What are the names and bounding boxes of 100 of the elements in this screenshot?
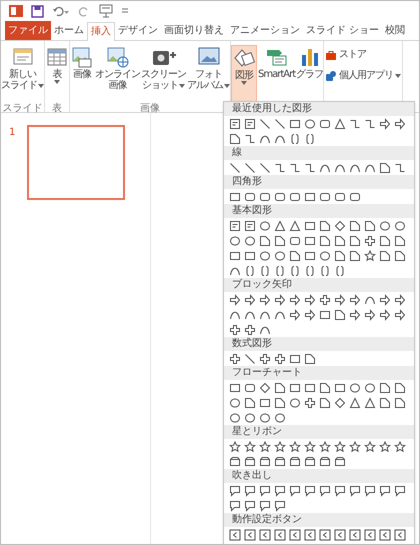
shape-icon[interactable] bbox=[394, 396, 406, 408]
bracket-icon[interactable] bbox=[334, 264, 346, 276]
rectangle-icon[interactable] bbox=[304, 382, 316, 394]
banner-icon[interactable] bbox=[318, 456, 330, 468]
ribbon-tab[interactable]: 画面切り替え bbox=[161, 21, 227, 40]
square-button-icon[interactable] bbox=[228, 528, 240, 540]
plus-icon[interactable] bbox=[244, 324, 256, 336]
shape-icon[interactable] bbox=[258, 234, 270, 246]
star-icon[interactable] bbox=[348, 440, 360, 452]
banner-icon[interactable] bbox=[244, 456, 256, 468]
rounded-rectangle-icon[interactable] bbox=[348, 190, 360, 202]
shape-icon[interactable] bbox=[334, 308, 346, 320]
triangle-icon[interactable] bbox=[288, 220, 300, 232]
arrow-icon[interactable] bbox=[304, 308, 316, 320]
arrow-icon[interactable] bbox=[394, 308, 406, 320]
speech-bubble-icon[interactable] bbox=[334, 484, 346, 496]
speech-bubble-icon[interactable] bbox=[244, 484, 256, 496]
connector-icon[interactable] bbox=[348, 118, 360, 130]
square-button-icon[interactable] bbox=[304, 528, 316, 540]
shape-icon[interactable] bbox=[318, 396, 330, 408]
plus-icon[interactable] bbox=[304, 396, 316, 408]
star-icon[interactable] bbox=[318, 440, 330, 452]
diamond-icon[interactable] bbox=[334, 220, 346, 232]
diamond-icon[interactable] bbox=[334, 396, 346, 408]
square-button-icon[interactable] bbox=[378, 528, 390, 540]
shape-icon[interactable] bbox=[378, 396, 390, 408]
square-button-icon[interactable] bbox=[258, 528, 270, 540]
speech-bubble-icon[interactable] bbox=[258, 484, 270, 496]
oval-icon[interactable] bbox=[244, 234, 256, 246]
shape-icon[interactable] bbox=[394, 234, 406, 246]
line-icon[interactable] bbox=[228, 162, 240, 174]
oval-icon[interactable] bbox=[364, 382, 376, 394]
shape-icon[interactable] bbox=[394, 382, 406, 394]
oval-icon[interactable] bbox=[288, 396, 300, 408]
bracket-icon[interactable] bbox=[244, 264, 256, 276]
shape-icon[interactable] bbox=[318, 382, 330, 394]
rounded-rectangle-icon[interactable] bbox=[274, 190, 286, 202]
arrow-icon[interactable] bbox=[378, 118, 390, 130]
shape-icon[interactable] bbox=[318, 234, 330, 246]
shape-icon[interactable] bbox=[348, 250, 360, 262]
star-icon[interactable] bbox=[394, 440, 406, 452]
speech-bubble-icon[interactable] bbox=[364, 484, 376, 496]
speech-bubble-icon[interactable] bbox=[244, 500, 256, 512]
ribbon-button[interactable]: グラフ bbox=[296, 45, 324, 103]
plus-icon[interactable] bbox=[228, 352, 240, 364]
text-box-icon[interactable] bbox=[228, 118, 240, 130]
plus-icon[interactable] bbox=[364, 234, 376, 246]
star-icon[interactable] bbox=[288, 440, 300, 452]
speech-bubble-icon[interactable] bbox=[394, 484, 406, 496]
rectangle-icon[interactable] bbox=[304, 190, 316, 202]
arrow-icon[interactable] bbox=[378, 308, 390, 320]
ribbon-button[interactable]: 図形 bbox=[231, 45, 257, 103]
rectangle-icon[interactable] bbox=[288, 118, 300, 130]
ribbon-button[interactable]: 表 bbox=[45, 45, 69, 103]
ribbon-tab[interactable]: 校閲 bbox=[382, 21, 408, 40]
star-icon[interactable] bbox=[378, 440, 390, 452]
save-icon[interactable] bbox=[31, 4, 44, 18]
shape-icon[interactable] bbox=[274, 396, 286, 408]
arrow-icon[interactable] bbox=[394, 294, 406, 306]
shape-icon[interactable] bbox=[364, 220, 376, 232]
ribbon-tab[interactable]: デザイン bbox=[115, 21, 161, 40]
rectangle-icon[interactable] bbox=[288, 382, 300, 394]
text-box-icon[interactable] bbox=[244, 220, 256, 232]
shape-icon[interactable] bbox=[334, 234, 346, 246]
slide-thumbnail[interactable] bbox=[27, 125, 126, 200]
rounded-rectangle-icon[interactable] bbox=[288, 190, 300, 202]
oval-icon[interactable] bbox=[228, 396, 240, 408]
undo-icon[interactable] bbox=[52, 4, 70, 18]
diamond-icon[interactable] bbox=[258, 382, 270, 394]
bracket-icon[interactable] bbox=[258, 264, 270, 276]
triangle-icon[interactable] bbox=[274, 220, 286, 232]
speech-bubble-icon[interactable] bbox=[228, 484, 240, 496]
shape-icon[interactable] bbox=[288, 250, 300, 262]
text-box-icon[interactable] bbox=[244, 118, 256, 130]
arrow-icon[interactable] bbox=[364, 308, 376, 320]
speech-bubble-icon[interactable] bbox=[378, 484, 390, 496]
connector-icon[interactable] bbox=[244, 132, 256, 144]
rounded-rectangle-icon[interactable] bbox=[318, 190, 330, 202]
arrow-icon[interactable] bbox=[348, 308, 360, 320]
plus-icon[interactable] bbox=[228, 324, 240, 336]
star-icon[interactable] bbox=[364, 440, 376, 452]
shape-icon[interactable] bbox=[244, 396, 256, 408]
star-icon[interactable] bbox=[364, 250, 376, 262]
star-icon[interactable] bbox=[334, 440, 346, 452]
oval-icon[interactable] bbox=[244, 412, 256, 424]
rectangle-icon[interactable] bbox=[228, 250, 240, 262]
rounded-rectangle-icon[interactable] bbox=[318, 118, 330, 130]
shape-icon[interactable] bbox=[274, 382, 286, 394]
rounded-rectangle-icon[interactable] bbox=[288, 234, 300, 246]
arrow-icon[interactable] bbox=[228, 294, 240, 306]
line-icon[interactable] bbox=[258, 118, 270, 130]
rounded-rectangle-icon[interactable] bbox=[244, 382, 256, 394]
speech-bubble-icon[interactable] bbox=[318, 484, 330, 496]
banner-icon[interactable] bbox=[288, 456, 300, 468]
shape-icon[interactable] bbox=[228, 132, 240, 144]
arrow-icon[interactable] bbox=[378, 294, 390, 306]
bracket-icon[interactable] bbox=[288, 132, 300, 144]
shape-icon[interactable] bbox=[378, 250, 390, 262]
rectangle-icon[interactable] bbox=[228, 382, 240, 394]
star-icon[interactable] bbox=[258, 440, 270, 452]
